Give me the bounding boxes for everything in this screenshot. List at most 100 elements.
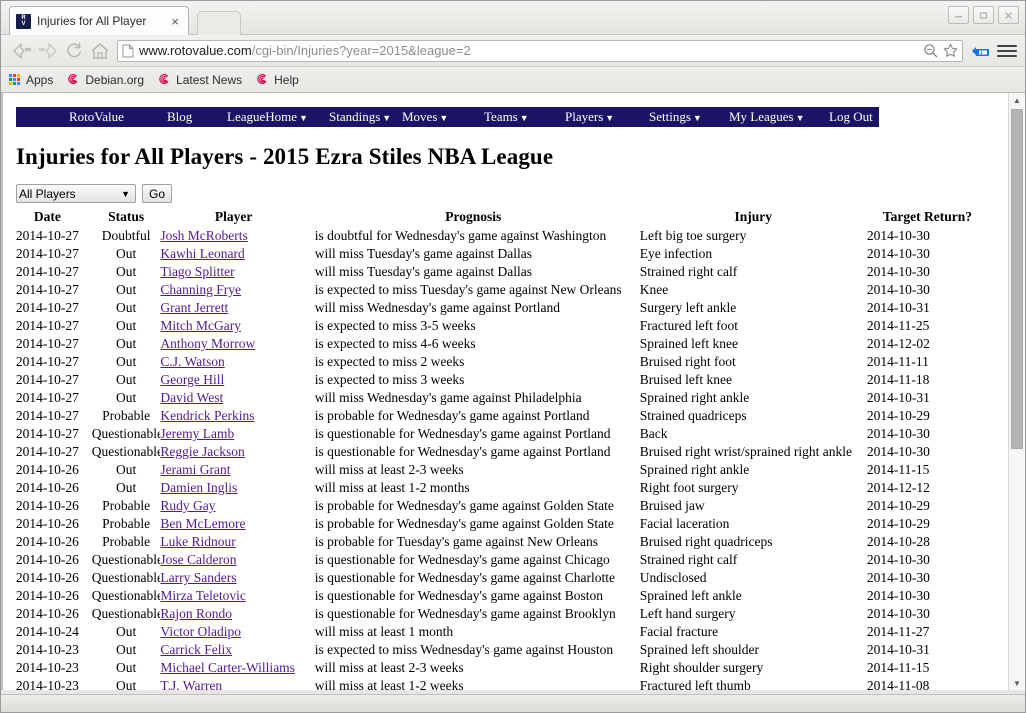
cell-status: Questionable: [91, 570, 161, 585]
chevron-down-icon: ▼: [439, 113, 449, 123]
address-bar[interactable]: www.rotovalue.com/cgi-bin/Injuries?year=…: [117, 39, 963, 62]
player-link[interactable]: T.J. Warren: [160, 678, 222, 690]
site-nav-item-standings[interactable]: Standings ▼: [329, 109, 391, 125]
go-button[interactable]: Go: [142, 184, 173, 203]
player-link[interactable]: Channing Frye: [160, 282, 241, 297]
player-link[interactable]: Jerami Grant: [160, 462, 230, 477]
player-filter-select[interactable]: All Players ▼: [16, 184, 136, 203]
cell-status: Out: [115, 390, 137, 405]
cell-player: Anthony Morrow: [160, 335, 306, 353]
cell-injury: Left big toe surgery: [639, 228, 747, 243]
bookmark-latest-news[interactable]: Latest News: [158, 73, 242, 87]
table-row: 2014-10-26 Probable Luke Ridnour is probabl…: [3, 533, 988, 551]
player-link[interactable]: Carrick Felix: [160, 642, 232, 657]
cell-injury: Sprained left knee: [639, 336, 738, 351]
cell-player: T.J. Warren: [160, 677, 306, 690]
scrollbar-thumb[interactable]: [1011, 109, 1023, 449]
player-link[interactable]: Josh McRoberts: [160, 228, 247, 243]
bookmark-apps[interactable]: Apps: [9, 73, 53, 87]
player-link[interactable]: Mitch McGary: [160, 318, 241, 333]
player-link[interactable]: Mirza Teletovic: [160, 588, 245, 603]
bookmark-help[interactable]: Help: [256, 73, 299, 87]
cell-prognosis: is expected to miss Wednesday's game aga…: [314, 642, 614, 657]
bookmark-label: Debian.org: [85, 72, 145, 87]
cell-prognosis: is questionable for Wednesday's game aga…: [314, 444, 611, 459]
extension-icon[interactable]: [971, 43, 991, 59]
hamburger-menu-icon[interactable]: [997, 44, 1017, 57]
chevron-down-icon: ▼: [519, 113, 529, 123]
scroll-down-icon[interactable]: ▼: [1009, 676, 1025, 690]
page-viewport: RotoValue Blog LeagueHome ▼ Standings ▼ Moves ▼…: [1, 93, 1025, 690]
player-link[interactable]: Kendrick Perkins: [160, 408, 254, 423]
back-arrow-icon[interactable]: [9, 38, 35, 64]
cell-prognosis: is doubtful for Wednesday's game against…: [314, 228, 607, 243]
player-link[interactable]: Michael Carter-Williams: [160, 660, 295, 675]
player-link[interactable]: Grant Jerrett: [160, 300, 228, 315]
site-nav-item-rotovalue[interactable]: RotoValue: [69, 109, 124, 125]
browser-tab[interactable]: R V Injuries for All Player ×: [9, 6, 189, 35]
table-row: 2014-10-26 Questionable Mirza Teletovic is …: [3, 587, 988, 605]
cell-prognosis: will miss at least 2-3 weeks: [314, 660, 464, 675]
table-row: 2014-10-27 Questionable Jeremy Lamb is ques…: [3, 425, 988, 443]
reload-icon[interactable]: [61, 38, 87, 64]
close-icon[interactable]: ×: [168, 14, 182, 29]
minimize-icon[interactable]: [948, 6, 969, 24]
site-nav-item-moves[interactable]: Moves ▼: [402, 109, 448, 125]
cell-prognosis: is expected to miss 3-5 weeks: [314, 318, 476, 333]
close-window-icon[interactable]: [998, 6, 1019, 24]
site-nav-item-players[interactable]: Players ▼: [565, 109, 614, 125]
table-row: 2014-10-26 Probable Rudy Gay is probable fo…: [3, 497, 988, 515]
browser-window: R V Injuries for All Player × www.rotova…: [0, 0, 1026, 713]
cell-player: Tiago Splitter: [160, 263, 306, 281]
player-link[interactable]: David West: [160, 390, 223, 405]
site-nav-item-leaguehome[interactable]: LeagueHome ▼: [227, 109, 308, 125]
player-link[interactable]: Rudy Gay: [160, 498, 215, 513]
site-nav-item-teams[interactable]: Teams ▼: [484, 109, 529, 125]
table-row: 2014-10-27 Out Tiago Splitter will miss Tue…: [3, 263, 988, 281]
cell-player: Jeremy Lamb: [160, 425, 306, 443]
player-link[interactable]: Jeremy Lamb: [160, 426, 234, 441]
maximize-icon[interactable]: [973, 6, 994, 24]
site-nav-item-blog[interactable]: Blog: [167, 109, 192, 125]
site-nav-item-log-out[interactable]: Log Out: [829, 109, 873, 125]
player-link[interactable]: Luke Ridnour: [160, 534, 235, 549]
cell-player: David West: [160, 389, 306, 407]
player-link[interactable]: Damien Inglis: [160, 480, 237, 495]
search-icon[interactable]: [923, 43, 938, 58]
cell-status: Probable: [102, 408, 151, 423]
cell-status: Out: [115, 372, 137, 387]
bookmark-debian-org[interactable]: Debian.org: [67, 73, 144, 87]
player-link[interactable]: George Hill: [160, 372, 224, 387]
player-link[interactable]: Jose Calderon: [160, 552, 236, 567]
table-row: 2014-10-27 Out David West will miss Wednesd…: [3, 389, 988, 407]
scroll-up-icon[interactable]: ▲: [1009, 93, 1025, 107]
column-header-prognosis: Prognosis: [445, 209, 502, 224]
table-row: 2014-10-27 Out C.J. Watson is expected to m…: [3, 353, 988, 371]
player-link[interactable]: Ben McLemore: [160, 516, 245, 531]
cell-injury: Sprained left shoulder: [639, 642, 760, 657]
site-nav-item-my-leagues[interactable]: My Leagues ▼: [729, 109, 805, 125]
table-row: 2014-10-27 Out Mitch McGary is expected to …: [3, 317, 988, 335]
cell-player: Jose Calderon: [160, 551, 306, 569]
player-link[interactable]: Reggie Jackson: [160, 444, 244, 459]
cell-date: 2014-10-23: [15, 642, 79, 657]
star-icon[interactable]: [943, 43, 958, 58]
player-link[interactable]: Kawhi Leonard: [160, 246, 244, 261]
cell-injury: Right shoulder surgery: [639, 660, 764, 675]
home-icon[interactable]: [87, 38, 113, 64]
forward-arrow-icon[interactable]: [35, 38, 61, 64]
player-link[interactable]: Rajon Rondo: [160, 606, 232, 621]
table-row: 2014-10-23 Out T.J. Warren will miss at lea…: [3, 677, 988, 690]
player-link[interactable]: C.J. Watson: [160, 354, 224, 369]
player-link[interactable]: Tiago Splitter: [160, 264, 234, 279]
cell-date: 2014-10-27: [15, 408, 79, 423]
cell-date: 2014-10-26: [15, 606, 79, 621]
vertical-scrollbar[interactable]: ▲ ▼: [1008, 93, 1025, 690]
window-bottom-frame: [1, 694, 1025, 712]
player-link[interactable]: Victor Oladipo: [160, 624, 241, 639]
cell-prognosis: is probable for Wednesday's game against…: [314, 498, 614, 513]
new-tab-button[interactable]: [197, 11, 241, 35]
player-link[interactable]: Anthony Morrow: [160, 336, 255, 351]
site-nav-item-settings[interactable]: Settings ▼: [649, 109, 702, 125]
player-link[interactable]: Larry Sanders: [160, 570, 236, 585]
